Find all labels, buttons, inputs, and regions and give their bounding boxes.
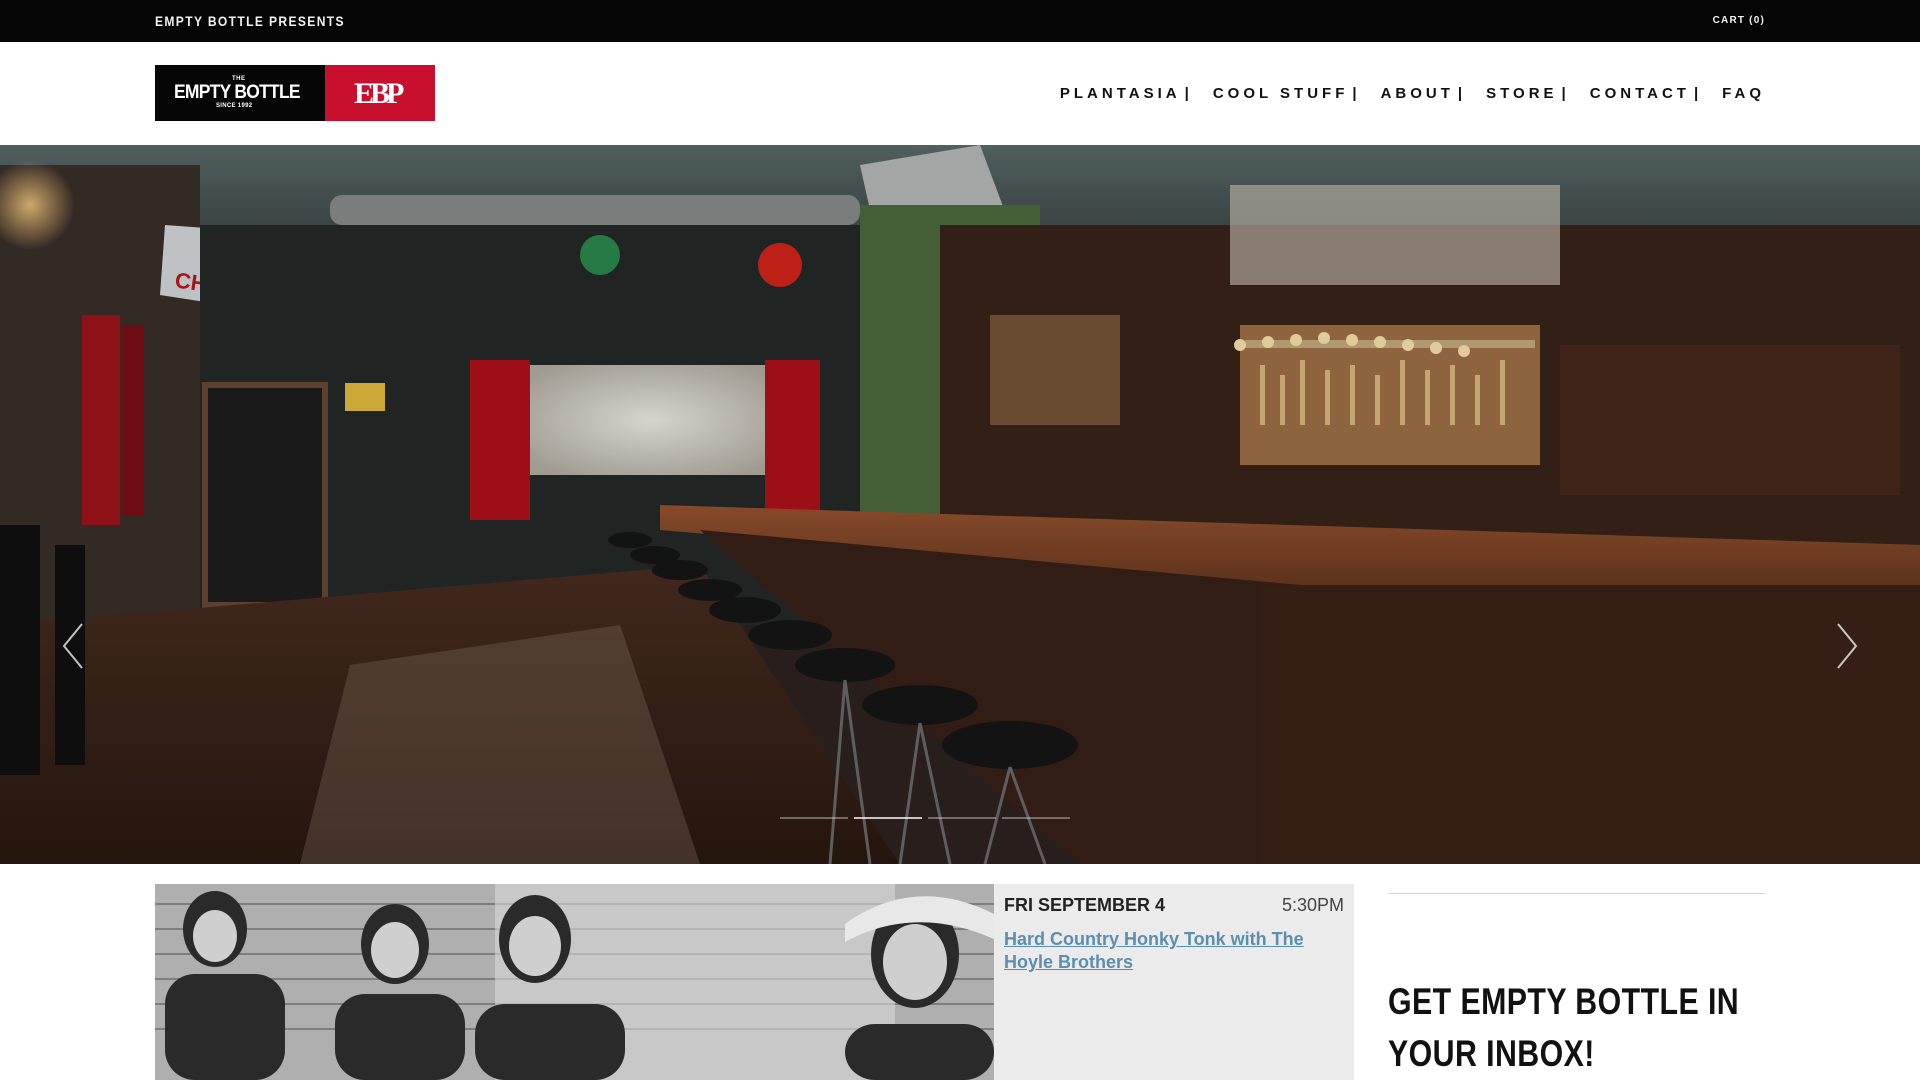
nav-item-cool-stuff[interactable]: COOL STUFF — [1213, 85, 1349, 102]
logo-empty-bottle: THE EMPTY BOTTLE SINCE 1992 — [155, 65, 325, 121]
logo-ebp-text: EBP — [354, 77, 404, 110]
chevron-right-icon — [1837, 623, 1858, 669]
hero-bar-photo: CHICAGO — [0, 145, 1920, 864]
slider-prev-button[interactable] — [60, 620, 86, 672]
main-nav: PLANTASIA | COOL STUFF | ABOUT | STORE |… — [1060, 85, 1765, 102]
site-header: THE EMPTY BOTTLE SINCE 1992 EBP PLANTASI… — [0, 42, 1920, 145]
slider-dot[interactable] — [854, 817, 922, 819]
nav-separator: | — [1352, 85, 1357, 102]
slider-dot[interactable] — [780, 817, 848, 819]
logo-ebp: EBP — [325, 65, 435, 121]
nav-separator: | — [1693, 85, 1699, 102]
logo-since-text: SINCE 1992 — [216, 103, 253, 109]
nav-item-faq[interactable]: FAQ — [1722, 85, 1765, 102]
event-date: FRI SEPTEMBER 4 — [1004, 895, 1166, 915]
logo-name-text: EMPTY BOTTLE — [174, 82, 301, 103]
slider-dot[interactable] — [1002, 817, 1070, 819]
hero-slider[interactable]: CHICAGO — [0, 145, 1920, 864]
nav-separator: | — [1457, 85, 1463, 102]
event-photo-image — [155, 884, 994, 1080]
slider-next-button[interactable] — [1834, 620, 1860, 672]
event-card[interactable]: FRI SEPTEMBER 4 5:30PM Hard Country Honk… — [155, 884, 1354, 1080]
nav-separator: | — [1184, 85, 1189, 102]
nav-item-store[interactable]: STORE — [1486, 85, 1557, 102]
slider-dot[interactable] — [928, 817, 996, 819]
chevron-left-icon — [62, 623, 83, 669]
divider — [1388, 893, 1765, 894]
event-photo[interactable] — [155, 884, 994, 1080]
presents-label: EMPTY BOTTLE PRESENTS — [155, 13, 345, 29]
newsletter-sidebar: GET EMPTY BOTTLE IN YOUR INBOX! — [1388, 893, 1765, 1080]
newsletter-heading: GET EMPTY BOTTLE IN YOUR INBOX! — [1388, 981, 1740, 1074]
nav-item-plantasia[interactable]: PLANTASIA — [1060, 85, 1181, 102]
top-bar: EMPTY BOTTLE PRESENTS CART (0) — [0, 0, 1920, 42]
event-time: 5:30PM — [1281, 895, 1344, 915]
cart-link[interactable]: CART (0) — [1713, 15, 1765, 26]
nav-separator: | — [1561, 85, 1566, 102]
slider-pagination — [780, 817, 1140, 821]
nav-item-contact[interactable]: CONTACT — [1590, 85, 1690, 102]
nav-item-about[interactable]: ABOUT — [1381, 85, 1454, 102]
site-logo[interactable]: THE EMPTY BOTTLE SINCE 1992 EBP — [155, 65, 435, 121]
event-title-link[interactable]: Hard Country Honky Tonk with The Hoyle B… — [1004, 928, 1344, 974]
event-info: FRI SEPTEMBER 4 5:30PM Hard Country Honk… — [994, 884, 1354, 1080]
